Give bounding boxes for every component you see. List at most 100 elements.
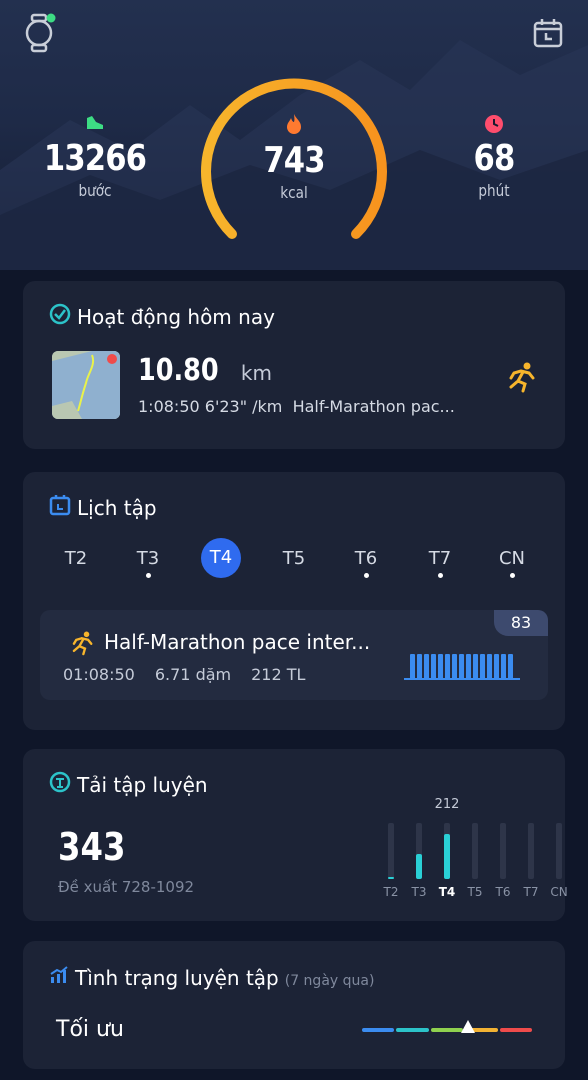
workout-name: Half-Marathon pace inter... (104, 630, 371, 654)
calories-value: 743 (263, 140, 325, 181)
interval-bar (480, 654, 485, 680)
minutes-stat: 68 phút (424, 112, 564, 200)
distance-unit: km (240, 361, 272, 385)
workout-dot (509, 573, 515, 578)
interval-bar (424, 654, 429, 680)
schedule-card: Lịch tập T2 T3 T4 T5 T6 T7 CN 83 Half-Ma… (23, 472, 565, 730)
interval-baseline (404, 678, 520, 680)
interval-bar (438, 654, 443, 680)
load-bar-track (500, 823, 506, 879)
calendar-small-icon (49, 494, 71, 521)
workout-dot (363, 573, 369, 578)
load-day-label: T7 (523, 885, 539, 899)
status-scale-segment (499, 1028, 532, 1032)
distance-value: 10.80 (138, 353, 219, 388)
training-status-card[interactable]: Tình trạng luyện tập (7 ngày qua) Tối ưu (23, 941, 565, 1069)
status-scale-segment (396, 1028, 429, 1032)
watch-icon[interactable] (22, 13, 56, 57)
training-load-card[interactable]: Tải tập luyện 343 Đề xuất 728-1092 T2 T3 T… (23, 749, 568, 921)
day-label: T6 (354, 548, 378, 569)
day-label: CN (498, 548, 526, 569)
interval-bar (466, 654, 471, 680)
training-load-value: 343 (58, 825, 126, 869)
day-tab-t3[interactable]: T3 (128, 548, 168, 578)
training-status-scale (361, 1020, 533, 1039)
status-scale-segment (430, 1028, 464, 1032)
calories-unit: kcal (280, 183, 308, 202)
interval-bar (445, 654, 450, 680)
interval-bar (508, 654, 513, 680)
load-bar (416, 854, 422, 879)
day-tab-t4[interactable]: T4 (201, 538, 241, 578)
workout-meta: 01:08:50 6.71 dặm 212 TL (63, 665, 305, 684)
training-status-title: Tình trạng luyện tập (7 ngày qua) (49, 965, 374, 990)
calories-stat: 743 kcal (224, 112, 364, 202)
workout-load: 212 TL (251, 665, 306, 684)
load-day-label: T6 (495, 885, 511, 899)
load-day-label: T3 (411, 885, 427, 899)
runner-small-icon (66, 630, 96, 660)
day-label: T3 (136, 548, 160, 569)
day-label: T2 (64, 548, 88, 569)
gauge-icon (49, 771, 71, 798)
interval-bar (473, 654, 478, 680)
interval-bar (410, 654, 415, 680)
load-day-label: T5 (467, 885, 483, 899)
load-bar-track (388, 823, 394, 879)
interval-bar (452, 654, 457, 680)
load-day-label: CN (550, 885, 568, 899)
trend-chart-icon (49, 965, 69, 990)
schedule-title-text: Lịch tập (77, 495, 157, 520)
today-activity-card[interactable]: Hoạt động hôm nay 10.80 km 1:08:50 6'23"… (23, 281, 565, 449)
activity-title-text: Hoạt động hôm nay (77, 304, 275, 329)
day-label: T4 (209, 547, 233, 568)
workout-dot (145, 573, 151, 578)
load-day-label: T2 (383, 885, 399, 899)
steps-stat: 13266 bước (25, 112, 165, 200)
training-status-value: Tối ưu (56, 1017, 124, 1042)
interval-bar (501, 654, 506, 680)
status-scale-segment (362, 1028, 395, 1032)
check-circle-icon (49, 303, 71, 330)
workout-dot (437, 573, 443, 578)
load-bar-track (472, 823, 478, 879)
shoe-icon (25, 112, 165, 138)
day-tab-t7[interactable]: T7 (420, 548, 460, 578)
interval-bar (459, 654, 464, 680)
interval-chart (404, 650, 520, 680)
workout-item[interactable]: 83 Half-Marathon pace inter... 01:08:50 … (40, 610, 548, 700)
training-load-suggestion: Đề xuất 728-1092 (58, 878, 195, 896)
load-peak-label: 212 (434, 797, 460, 812)
day-tab-t6[interactable]: T6 (346, 548, 386, 578)
training-status-title-text: Tình trạng luyện tập (75, 966, 279, 990)
interval-bar (487, 654, 492, 680)
day-label: T5 (282, 548, 306, 569)
interval-bar (417, 654, 422, 680)
flame-icon (224, 112, 364, 140)
day-tab-cn[interactable]: CN (492, 548, 532, 578)
runner-icon (501, 361, 539, 397)
load-bar-track (528, 823, 534, 879)
load-bar-track (556, 823, 562, 879)
day-tab-t5[interactable]: T5 (274, 548, 314, 569)
hero-summary: 13266 bước 743 kcal 68 phút (0, 0, 588, 270)
day-tab-t2[interactable]: T2 (56, 548, 96, 569)
minutes-unit: phút (478, 181, 510, 200)
load-day-label: T4 (438, 885, 456, 899)
load-bar (388, 877, 394, 879)
training-load-title: Tải tập luyện (49, 771, 208, 798)
workout-time: 01:08:50 (63, 665, 135, 684)
activity-distance: 10.80 km (138, 353, 272, 388)
workout-score-badge: 83 (494, 610, 548, 636)
workout-distance: 6.71 dặm (154, 665, 232, 684)
minutes-value: 68 (473, 138, 516, 179)
load-bar (444, 834, 450, 879)
weekly-load-chart: T2 T3 T4 212 T5 T6 T7 CN (358, 797, 568, 907)
day-label: T7 (428, 548, 452, 569)
calendar-icon[interactable] (533, 18, 563, 52)
training-status-period: (7 ngày qua) (284, 973, 375, 989)
schedule-title: Lịch tập (49, 494, 157, 521)
steps-value: 13266 (43, 138, 147, 179)
steps-unit: bước (78, 181, 112, 200)
route-map-thumbnail[interactable] (52, 351, 120, 419)
